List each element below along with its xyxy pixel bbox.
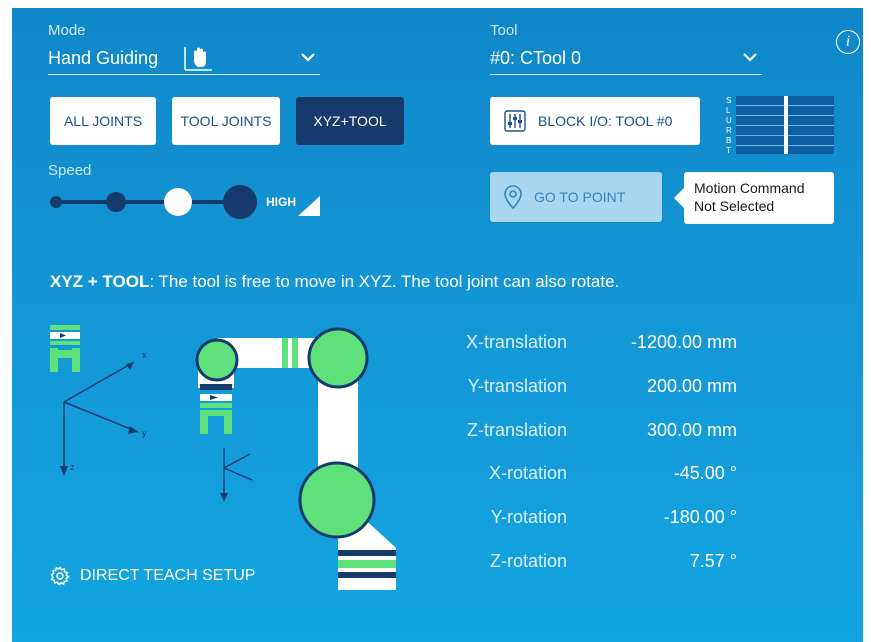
mode-label: Mode <box>48 22 86 39</box>
chevron-down-icon <box>301 53 315 62</box>
shoulder-joint <box>298 461 376 539</box>
mode-dropdown[interactable]: Hand Guiding <box>48 46 320 75</box>
y-axis-label: y <box>142 428 147 438</box>
io-sliders-icon <box>504 110 526 132</box>
readout-z-rotation: Z-rotation 7.57 ° <box>442 551 802 575</box>
mode-description: XYZ + TOOL: The tool is free to move in … <box>50 272 619 292</box>
direct-teach-setup-label: DIRECT TEACH SETUP <box>80 567 256 584</box>
readout-y-rotation: Y-rotation -180.00 ° <box>442 507 802 531</box>
readout-value: 200.00 mm <box>646 376 737 396</box>
wrist-joint <box>195 338 239 382</box>
description-text: : The tool is free to move in XYZ. The t… <box>149 272 620 291</box>
gripper-icon <box>50 325 80 372</box>
readout-x-rotation: X-rotation -45.00 ° <box>442 463 802 487</box>
readout-name: X-rotation <box>488 463 567 483</box>
io-status-bars: S L U R B T <box>726 96 834 155</box>
mode-value: Hand Guiding <box>48 48 159 68</box>
tooltip-line-2: Not Selected <box>694 198 775 214</box>
io-label-b: B <box>726 136 732 145</box>
location-pin-icon <box>504 185 522 209</box>
direct-teach-setup-button[interactable]: DIRECT TEACH SETUP <box>50 566 255 586</box>
readout-value: -1200.00 mm <box>630 332 737 352</box>
io-label-u: U <box>726 116 732 125</box>
readout-name: Z-rotation <box>489 551 567 571</box>
readout-x-translation: X-translation -1200.00 mm <box>442 332 802 356</box>
readout-y-translation: Y-translation 200.00 mm <box>442 376 802 400</box>
io-label-s: S <box>726 96 732 105</box>
speed-slider[interactable] <box>46 184 266 220</box>
io-position-marker <box>784 96 788 154</box>
readout-value: -45.00 ° <box>673 463 737 483</box>
tooltip-line-1: Motion Command <box>694 180 805 196</box>
gear-icon <box>50 566 70 586</box>
tool-dropdown[interactable]: #0: CTool 0 <box>490 46 762 75</box>
readout-value: 7.57 ° <box>689 551 737 571</box>
elbow-joint <box>307 327 369 389</box>
tool-gripper <box>200 394 232 434</box>
readout-name: X-translation <box>465 332 567 352</box>
io-label-r: R <box>726 126 732 135</box>
io-label-t: T <box>726 146 731 155</box>
motion-command-tooltip: Motion Command Not Selected <box>674 172 834 224</box>
hand-guiding-icon <box>184 47 212 71</box>
speed-step-1[interactable] <box>50 196 62 208</box>
all-joints-button[interactable]: ALL JOINTS <box>50 97 156 145</box>
coordinate-frame-diagram: x y z <box>50 325 147 476</box>
tool-label: Tool <box>490 22 518 39</box>
readout-name: Y-rotation <box>490 507 567 527</box>
readout-name: Y-translation <box>467 376 567 396</box>
speed-step-4[interactable] <box>223 185 257 219</box>
description-mode-name: XYZ + TOOL <box>50 272 150 291</box>
tool-joints-button[interactable]: TOOL JOINTS <box>172 97 280 145</box>
io-label-l: L <box>726 106 731 115</box>
speed-slider-thumb[interactable] <box>164 188 192 216</box>
readout-name: Z-translation <box>466 420 567 440</box>
speed-step-2[interactable] <box>106 192 126 212</box>
block-io-button[interactable]: BLOCK I/O: TOOL #0 <box>490 97 700 145</box>
chevron-down-icon <box>743 53 757 62</box>
speed-label: Speed <box>48 162 92 179</box>
readout-value: -180.00 ° <box>663 507 737 527</box>
block-io-label: BLOCK I/O: TOOL #0 <box>538 113 673 129</box>
readout-value: 300.00 mm <box>646 420 737 440</box>
info-icon[interactable]: i <box>836 30 860 54</box>
go-to-point-label: GO TO POINT <box>534 189 626 205</box>
x-axis-label: x <box>142 350 147 360</box>
speed-high-label: HIGH <box>266 195 296 209</box>
xyz-tool-button[interactable]: XYZ+TOOL <box>296 97 404 145</box>
readout-z-translation: Z-translation 300.00 mm <box>442 420 802 444</box>
z-axis-label: z <box>70 462 75 472</box>
robot-arm-illustration <box>195 327 396 590</box>
speed-ramp-icon <box>298 196 320 216</box>
go-to-point-button[interactable]: GO TO POINT <box>490 172 662 222</box>
jog-panel: Mode Hand Guiding Tool #0: CTool 0 i ALL… <box>12 8 863 642</box>
tool-value: #0: CTool 0 <box>490 48 582 68</box>
